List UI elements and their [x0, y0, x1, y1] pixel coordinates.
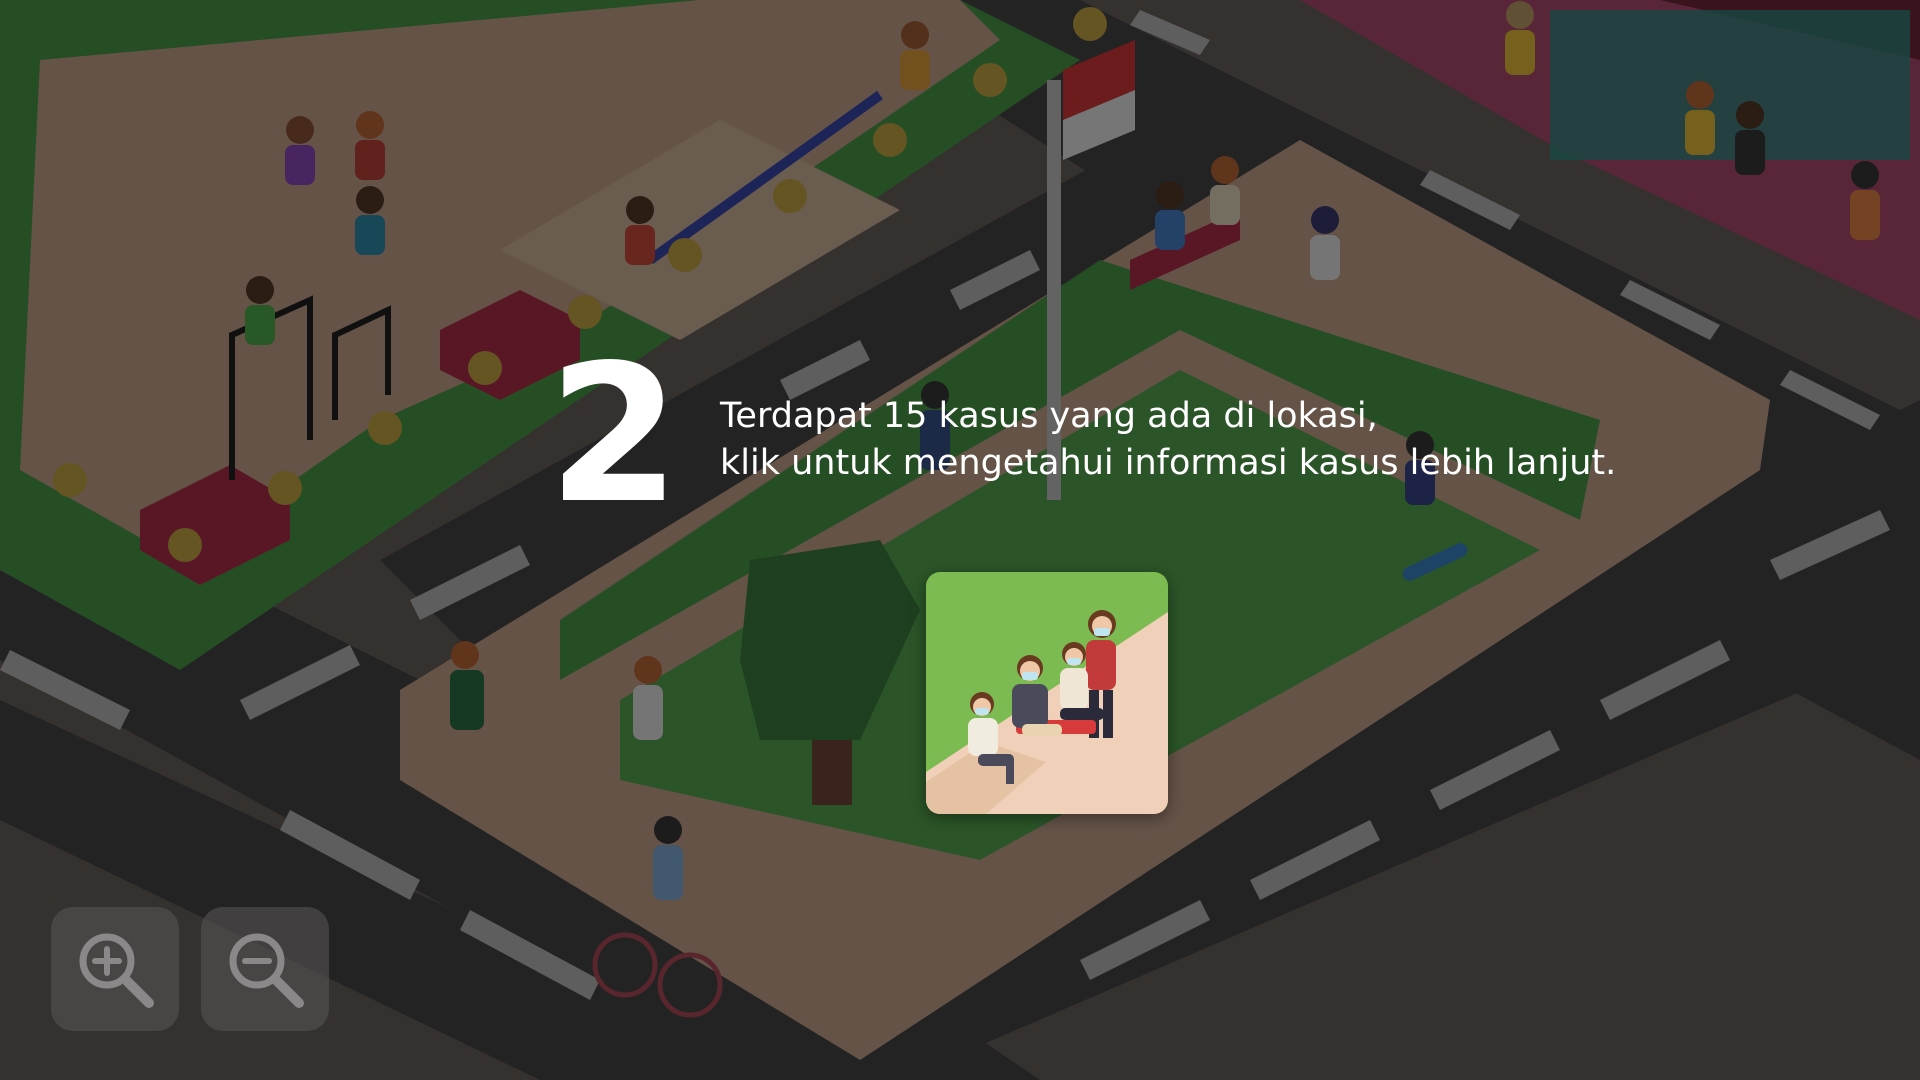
hint-line-1: Terdapat 15 kasus yang ada di lokasi,: [720, 396, 1378, 436]
map-stage: 2 Terdapat 15 kasus yang ada di lokasi, …: [0, 0, 1920, 1080]
hint-line-2: klik untuk mengetahui informasi kasus le…: [720, 443, 1617, 483]
zoom-in-magnifier-icon: [79, 933, 154, 1008]
masked-group-sitting-icon: [926, 572, 1168, 814]
zoom-out-button[interactable]: [201, 907, 329, 1031]
tutorial-hint-text: Terdapat 15 kasus yang ada di lokasi, kl…: [720, 393, 1720, 487]
case-marker-button[interactable]: [926, 572, 1168, 814]
zoom-in-button[interactable]: [51, 907, 179, 1031]
zoom-out-magnifier-icon: [229, 933, 304, 1008]
tutorial-step-number: 2: [548, 324, 680, 545]
